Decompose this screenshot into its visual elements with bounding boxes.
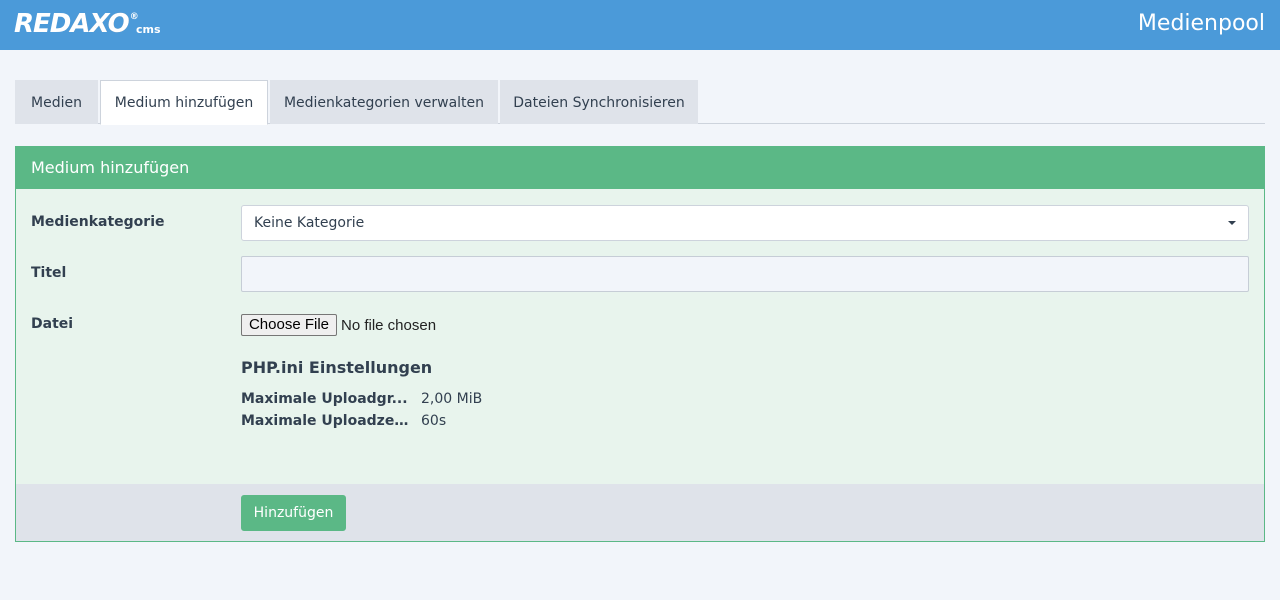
php-ini-heading: PHP.ini Einstellungen (241, 358, 433, 377)
file-status-text: No file chosen (341, 317, 437, 334)
php-ini-value-upload-size: 2,00 MiB (421, 391, 483, 407)
add-media-button[interactable]: Hinzufügen (241, 495, 346, 531)
category-select[interactable]: Keine Kategorie (241, 205, 1249, 241)
panel-title: Medium hinzufügen (16, 147, 1264, 189)
media-tabs: Medien Medium hinzufügen Medienkategorie… (15, 80, 1265, 125)
top-header: RED AXO ® cms Medienpool (0, 0, 1280, 50)
file-label: Datei (31, 316, 74, 332)
chevron-down-icon (1228, 221, 1236, 225)
panel-footer: Hinzufügen (16, 484, 1264, 541)
logo-text-cms: cms (136, 23, 161, 36)
category-selected-value: Keine Kategorie (254, 215, 365, 231)
choose-file-button[interactable]: Choose File (241, 314, 337, 336)
php-ini-key-upload-size: Maximale Uploadgr... (241, 391, 408, 407)
tab-medienkategorien-verwalten[interactable]: Medienkategorien verwalten (270, 80, 498, 124)
logo-registered-mark: ® (129, 12, 139, 22)
tab-dateien-synchronisieren[interactable]: Dateien Synchronisieren (500, 80, 698, 124)
logo-text-red: RED (14, 9, 71, 39)
php-ini-value-upload-time: 60s (421, 413, 447, 429)
redaxo-logo[interactable]: RED AXO ® cms (14, 9, 161, 39)
page-title: Medienpool (1137, 11, 1265, 36)
title-label: Titel (31, 265, 67, 281)
add-media-panel: Medium hinzufügen Medienkategorie Keine … (15, 146, 1265, 542)
logo-text-axo: AXO (70, 9, 129, 39)
tab-medium-hinzufuegen[interactable]: Medium hinzufügen (100, 80, 268, 125)
title-input[interactable] (241, 256, 1249, 292)
category-label: Medienkategorie (31, 214, 165, 230)
php-ini-key-upload-time: Maximale Uploadzeit: (241, 413, 409, 429)
tab-medien[interactable]: Medien (15, 80, 98, 124)
